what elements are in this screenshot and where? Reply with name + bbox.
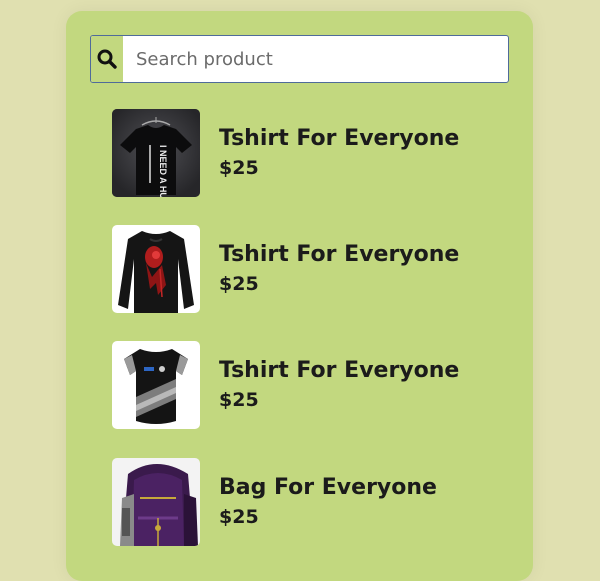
product-image-tshirt-hug[interactable]: I NEED A HUG — [112, 109, 200, 197]
product-image-backpack[interactable] — [112, 458, 200, 546]
product-price: $25 — [219, 389, 259, 411]
product-panel: I NEED A HUG Tshirt For Everyone $25 — [66, 11, 533, 581]
product-name[interactable]: Tshirt For Everyone — [219, 240, 459, 270]
search-icon — [97, 49, 117, 69]
product-item[interactable]: Tshirt For Everyone $25 — [112, 225, 512, 313]
search-input[interactable] — [123, 36, 503, 82]
product-price: $25 — [219, 273, 259, 295]
product-item[interactable]: Bag For Everyone $25 — [112, 458, 512, 546]
product-image-jersey[interactable] — [112, 341, 200, 429]
product-name[interactable]: Tshirt For Everyone — [219, 124, 459, 154]
shirt-print-text: I NEED A HUG — [158, 145, 168, 197]
product-image-longsleeve[interactable] — [112, 225, 200, 313]
search-bar — [90, 35, 509, 83]
product-name[interactable]: Tshirt For Everyone — [219, 356, 459, 386]
product-price: $25 — [219, 157, 259, 179]
product-item[interactable]: Tshirt For Everyone $25 — [112, 341, 512, 429]
product-price: $25 — [219, 506, 259, 528]
product-name[interactable]: Bag For Everyone — [219, 473, 437, 503]
product-item[interactable]: I NEED A HUG Tshirt For Everyone $25 — [112, 109, 512, 197]
search-button[interactable] — [91, 36, 123, 82]
